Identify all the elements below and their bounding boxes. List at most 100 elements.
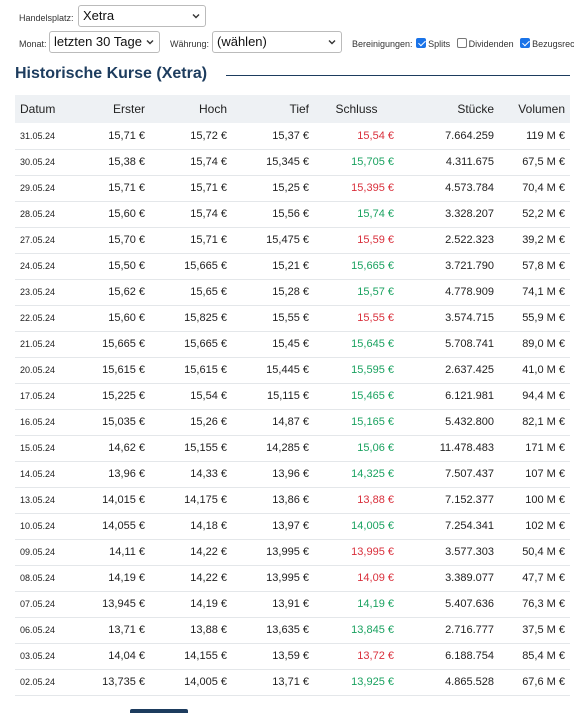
cell-close: 15,395 € [314, 175, 399, 202]
cell-date: 03.05.24 [15, 643, 77, 670]
cell-open: 15,665 € [77, 331, 150, 358]
table-row: 31.05.24 15,71 €15,72 €15,37 €15,54 €7.66… [15, 123, 570, 150]
cell-low: 13,96 € [232, 461, 314, 488]
table-row: 27.05.24 15,70 €15,71 €15,475 €15,59 €2.5… [15, 227, 570, 254]
cell-close: 14,19 € [314, 591, 399, 618]
cell-pieces: 6.188.754 [399, 643, 499, 670]
cell-low: 13,635 € [232, 617, 314, 644]
cell-volume: 55,9 M € [499, 305, 570, 332]
cell-pieces: 2.637.425 [399, 357, 499, 384]
cell-volume: 57,8 M € [499, 253, 570, 280]
cell-high: 14,22 € [150, 565, 232, 592]
cell-open: 15,035 € [77, 409, 150, 436]
cell-high: 15,65 € [150, 279, 232, 306]
cell-pieces: 4.311.675 [399, 149, 499, 176]
cell-volume: 107 M € [499, 461, 570, 488]
table-row: 16.05.24 15,035 €15,26 €14,87 €15,165 €5.… [15, 409, 570, 436]
table-row: 30.05.24 15,38 €15,74 €15,345 €15,705 €4.… [15, 149, 570, 176]
currency-label: Währung: [170, 39, 210, 49]
chevron-down-icon [192, 14, 200, 19]
cell-pieces: 4.865.528 [399, 669, 499, 696]
exchange-select-value: Xetra [83, 8, 115, 23]
cell-close: 15,665 € [314, 253, 399, 280]
cell-volume: 39,2 M € [499, 227, 570, 254]
cell-open: 15,38 € [77, 149, 150, 176]
cell-high: 14,175 € [150, 487, 232, 514]
cell-close: 13,925 € [314, 669, 399, 696]
title-divider [226, 75, 570, 76]
cell-volume: 89,0 M € [499, 331, 570, 358]
cell-close: 13,995 € [314, 539, 399, 566]
cell-high: 15,74 € [150, 201, 232, 228]
cell-pieces: 3.577.303 [399, 539, 499, 566]
dividends-checkbox[interactable] [456, 38, 467, 48]
adjustments-label: Bereinigungen: [352, 39, 413, 49]
cell-low: 13,995 € [232, 539, 314, 566]
cell-date: 14.05.24 [15, 461, 77, 488]
column-header-pieces: Stücke [457, 102, 494, 116]
cell-low: 13,71 € [232, 669, 314, 696]
cell-volume: 82,1 M € [499, 409, 570, 436]
cell-open: 14,015 € [77, 487, 150, 514]
cell-pieces: 3.389.077 [399, 565, 499, 592]
month-select-value: letzten 30 Tage [54, 34, 142, 49]
cell-high: 15,74 € [150, 149, 232, 176]
cell-open: 15,62 € [77, 279, 150, 306]
cell-pieces: 5.708.741 [399, 331, 499, 358]
table-row: 13.05.24 14,015 €14,175 €13,86 €13,88 €7.… [15, 487, 570, 514]
cell-date: 23.05.24 [15, 279, 77, 306]
cell-date: 13.05.24 [15, 487, 77, 514]
column-header-volume: Volumen [518, 102, 565, 116]
cell-high: 15,665 € [150, 331, 232, 358]
cell-low: 15,115 € [232, 383, 314, 410]
cell-low: 15,56 € [232, 201, 314, 228]
month-select[interactable]: letzten 30 Tage [49, 31, 160, 53]
splits-label: Splits [428, 39, 451, 49]
cell-close: 15,55 € [314, 305, 399, 332]
cell-volume: 47,7 M € [499, 565, 570, 592]
subscription-rights-checkbox[interactable] [520, 38, 531, 48]
cell-open: 15,50 € [77, 253, 150, 280]
cell-open: 14,19 € [77, 565, 150, 592]
table-row: 22.05.24 15,60 €15,825 €15,55 €15,55 €3.5… [15, 305, 570, 332]
cell-close: 15,165 € [314, 409, 399, 436]
cell-date: 02.05.24 [15, 669, 77, 696]
cell-high: 15,71 € [150, 175, 232, 202]
column-header-open: Erster [112, 102, 145, 116]
table-row: 23.05.24 15,62 €15,65 €15,28 €15,57 €4.77… [15, 279, 570, 306]
cell-low: 14,285 € [232, 435, 314, 462]
cell-volume: 119 M € [499, 123, 570, 150]
cell-volume: 41,0 M € [499, 357, 570, 384]
cell-open: 15,70 € [77, 227, 150, 254]
footer-button[interactable] [130, 709, 188, 713]
cell-low: 15,445 € [232, 357, 314, 384]
cell-close: 13,88 € [314, 487, 399, 514]
cell-close: 14,005 € [314, 513, 399, 540]
cell-volume: 76,3 M € [499, 591, 570, 618]
month-label: Monat: [19, 39, 47, 49]
table-row: 24.05.24 15,50 €15,665 €15,21 €15,665 €3.… [15, 253, 570, 280]
cell-date: 29.05.24 [15, 175, 77, 202]
table-row: 06.05.24 13,71 €13,88 €13,635 €13,845 €2.… [15, 617, 570, 644]
table-row: 21.05.24 15,665 €15,665 €15,45 €15,645 €5… [15, 331, 570, 358]
dividends-label: Dividenden [468, 39, 514, 49]
cell-open: 13,945 € [77, 591, 150, 618]
cell-open: 13,96 € [77, 461, 150, 488]
cell-high: 15,26 € [150, 409, 232, 436]
currency-select[interactable]: (wählen) [212, 31, 342, 53]
cell-volume: 102 M € [499, 513, 570, 540]
cell-pieces: 4.573.784 [399, 175, 499, 202]
splits-checkbox[interactable] [416, 38, 427, 48]
cell-volume: 94,4 M € [499, 383, 570, 410]
exchange-select[interactable]: Xetra [78, 5, 206, 27]
column-header-date: Datum [20, 102, 56, 116]
table-row: 03.05.24 14,04 €14,155 €13,59 €13,72 €6.1… [15, 643, 570, 670]
cell-date: 31.05.24 [15, 123, 77, 150]
cell-volume: 70,4 M € [499, 175, 570, 202]
cell-close: 15,705 € [314, 149, 399, 176]
adjustments-group: Bereinigungen: Splits Dividenden Bezugsr… [352, 38, 574, 49]
cell-open: 15,71 € [77, 175, 150, 202]
cell-high: 14,18 € [150, 513, 232, 540]
table-row: 09.05.24 14,11 €14,22 €13,995 €13,995 €3.… [15, 539, 570, 566]
cell-close: 13,845 € [314, 617, 399, 644]
